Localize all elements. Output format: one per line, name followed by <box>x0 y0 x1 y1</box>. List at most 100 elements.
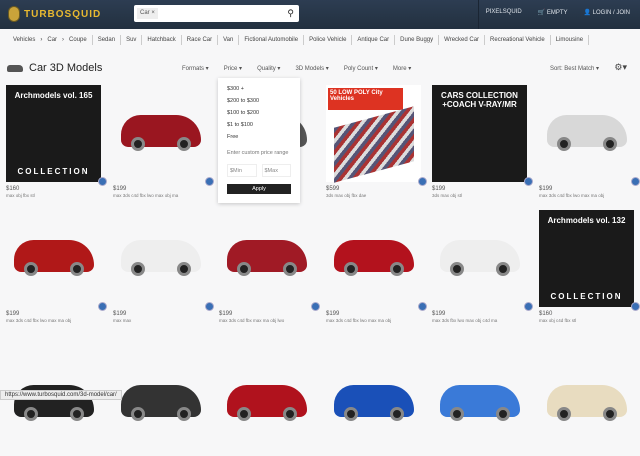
product-card[interactable]: CARS COLLECTION +COACH V-RAY/MR $199 3ds m… <box>432 85 533 198</box>
apply-button[interactable]: Apply <box>227 184 291 194</box>
product-card[interactable]: Archmodels vol. 165 COLLECTION $160 max obj… <box>6 85 107 198</box>
product-thumbnail[interactable]: Archmodels vol. 132 COLLECTION <box>539 210 634 307</box>
breadcrumb: Vehicles › Car › Coupe Sedan Suv Hatchback Rac… <box>8 35 590 45</box>
product-thumbnail[interactable] <box>113 355 208 452</box>
product-thumbnail[interactable] <box>539 355 634 452</box>
cart-link[interactable]: 🛒 EMPTY <box>538 9 568 16</box>
tag-link[interactable]: Fictional Automobile <box>239 35 305 45</box>
squid-logo-icon <box>8 6 20 22</box>
product-card[interactable] <box>326 355 421 456</box>
product-formats: max obj c4d fbx stl <box>539 318 577 323</box>
price-option[interactable]: $1 to $100 <box>227 122 291 128</box>
price-option[interactable]: Free <box>227 134 291 140</box>
tag-link[interactable]: Recreational Vehicle <box>485 35 551 45</box>
price-option[interactable]: $300 + <box>227 86 291 92</box>
price-option[interactable]: $200 to $300 <box>227 98 291 104</box>
product-card[interactable]: $199 max 3ds c4d fbx lwo max obj ma <box>113 85 214 198</box>
product-card[interactable] <box>432 355 527 456</box>
tag-link[interactable]: Coupe <box>64 35 93 45</box>
search-input[interactable]: Car × ⚲ <box>134 5 299 22</box>
login-link[interactable]: 👤 LOGIN / JOIN <box>584 9 630 16</box>
certified-badge-icon <box>98 302 107 311</box>
certified-badge-icon <box>205 177 214 186</box>
product-thumbnail[interactable] <box>326 355 421 452</box>
gear-icon[interactable]: ⚙▾ <box>614 62 627 73</box>
product-price: $199 <box>539 186 553 192</box>
min-price-input[interactable]: $Min <box>227 164 257 177</box>
car-icon <box>7 65 23 72</box>
product-thumbnail[interactable] <box>219 210 314 307</box>
product-card[interactable] <box>219 355 314 456</box>
filter-dropdown[interactable]: Formats ▾ <box>182 65 209 72</box>
product-card[interactable]: $199 max max <box>113 210 214 323</box>
product-card[interactable]: $199 max 3ds c4d fbx max ma obj lwo <box>219 210 320 323</box>
thumb-subtitle: COLLECTION <box>550 292 623 301</box>
product-card[interactable] <box>539 355 634 456</box>
product-card[interactable]: Archmodels vol. 132 COLLECTION $160 max obj… <box>539 210 640 323</box>
logo-text: TurboSquid <box>24 8 102 20</box>
product-formats: max 3ds c4d fbx lwo max ma obj <box>326 318 392 323</box>
breadcrumb-vehicles[interactable]: Vehicles <box>8 35 40 45</box>
product-thumbnail[interactable] <box>432 210 527 307</box>
filter-label: Formats <box>182 66 205 72</box>
product-card[interactable]: $199 max 3ds c4d fbx lwo max ma obj <box>6 210 107 323</box>
sort-dropdown[interactable]: Sort: Best Match ▾ <box>550 65 599 72</box>
product-thumbnail[interactable] <box>326 210 421 307</box>
thumb-title: 50 LOW POLY City Vehicles <box>328 88 403 110</box>
product-price: $199 <box>6 311 20 317</box>
product-price: $199 <box>432 311 446 317</box>
tag-link[interactable]: Sedan <box>93 35 122 45</box>
tag-link[interactable]: Antique Car <box>352 35 396 45</box>
top-header: TurboSquid Car × ⚲ PIXELSQUID 🛒 EMPTY 👤 … <box>0 0 640 29</box>
product-card[interactable]: 50 LOW POLY City Vehicles $599 3ds max obj… <box>326 85 427 198</box>
filter-label: Price <box>223 66 238 72</box>
product-card[interactable]: $199 max 3ds fbx lwo max obj c4d ma <box>432 210 533 323</box>
tag-link[interactable]: Limousine <box>551 35 590 45</box>
product-thumbnail[interactable] <box>113 210 208 307</box>
product-formats: max obj fbx stl <box>6 193 35 198</box>
filter-dropdown[interactable]: 3D Models ▾ <box>295 65 328 72</box>
filter-dropdown[interactable]: Poly Count ▾ <box>344 65 378 72</box>
product-thumbnail[interactable] <box>539 85 634 182</box>
product-price: $199 <box>113 311 127 317</box>
pixelsquid-link[interactable]: PIXELSQUID <box>486 9 522 16</box>
tag-link[interactable]: Dune Buggy <box>395 35 440 45</box>
product-thumbnail[interactable]: Archmodels vol. 165 COLLECTION <box>6 85 101 182</box>
max-price-input[interactable]: $Max <box>261 164 291 177</box>
tag-link[interactable]: Race Car <box>182 35 219 45</box>
tag-link[interactable]: Hatchback <box>142 35 182 45</box>
product-thumbnail[interactable] <box>432 355 527 452</box>
product-card[interactable]: $199 max 3ds c4d fbx lwo max ma obj <box>539 85 640 198</box>
product-price: $199 <box>432 186 446 192</box>
product-formats: max 3ds c4d fbx max ma obj lwo <box>219 318 285 323</box>
filter-dropdown[interactable]: More ▾ <box>393 65 411 72</box>
product-price: $199 <box>219 311 233 317</box>
tag-link[interactable]: Van <box>218 35 240 45</box>
tag-link[interactable]: Police Vehicle <box>304 35 353 45</box>
cart-label: EMPTY <box>546 10 568 16</box>
product-formats: 3ds max obj fbx dae <box>326 193 367 198</box>
product-card[interactable] <box>6 355 101 456</box>
filter-dropdown[interactable]: Quality ▾ <box>257 65 280 72</box>
product-thumbnail[interactable] <box>113 85 208 182</box>
tag-link[interactable]: Wrecked Car <box>439 35 486 45</box>
tag-link[interactable]: Suv <box>121 35 143 45</box>
thumb-title: Archmodels vol. 165 <box>14 91 93 100</box>
search-icon[interactable]: ⚲ <box>287 8 294 19</box>
product-thumbnail[interactable] <box>6 355 101 452</box>
product-thumbnail[interactable]: CARS COLLECTION +COACH V-RAY/MR <box>432 85 527 182</box>
custom-range-label: Enter custom price range <box>227 150 289 156</box>
price-dropdown: $300 + $200 to $300 $100 to $200 $1 to $… <box>218 78 300 203</box>
product-formats: max 3ds c4d fbx lwo max ma obj <box>6 318 72 323</box>
product-card[interactable] <box>113 355 208 456</box>
product-card[interactable]: $199 max 3ds c4d fbx lwo max ma obj <box>326 210 427 323</box>
breadcrumb-car[interactable]: Car <box>42 35 62 45</box>
product-thumbnail[interactable] <box>219 355 314 452</box>
price-option[interactable]: $100 to $200 <box>227 110 291 116</box>
product-thumbnail[interactable] <box>6 210 101 307</box>
turbosquid-logo[interactable]: TurboSquid <box>8 6 101 22</box>
product-thumbnail[interactable]: 50 LOW POLY City Vehicles <box>326 85 421 183</box>
filter-dropdown[interactable]: Price ▾ <box>224 65 242 72</box>
status-bar-url: https://www.turbosquid.com/3d-model/car/ <box>0 390 122 400</box>
search-chip[interactable]: Car × <box>137 8 158 19</box>
